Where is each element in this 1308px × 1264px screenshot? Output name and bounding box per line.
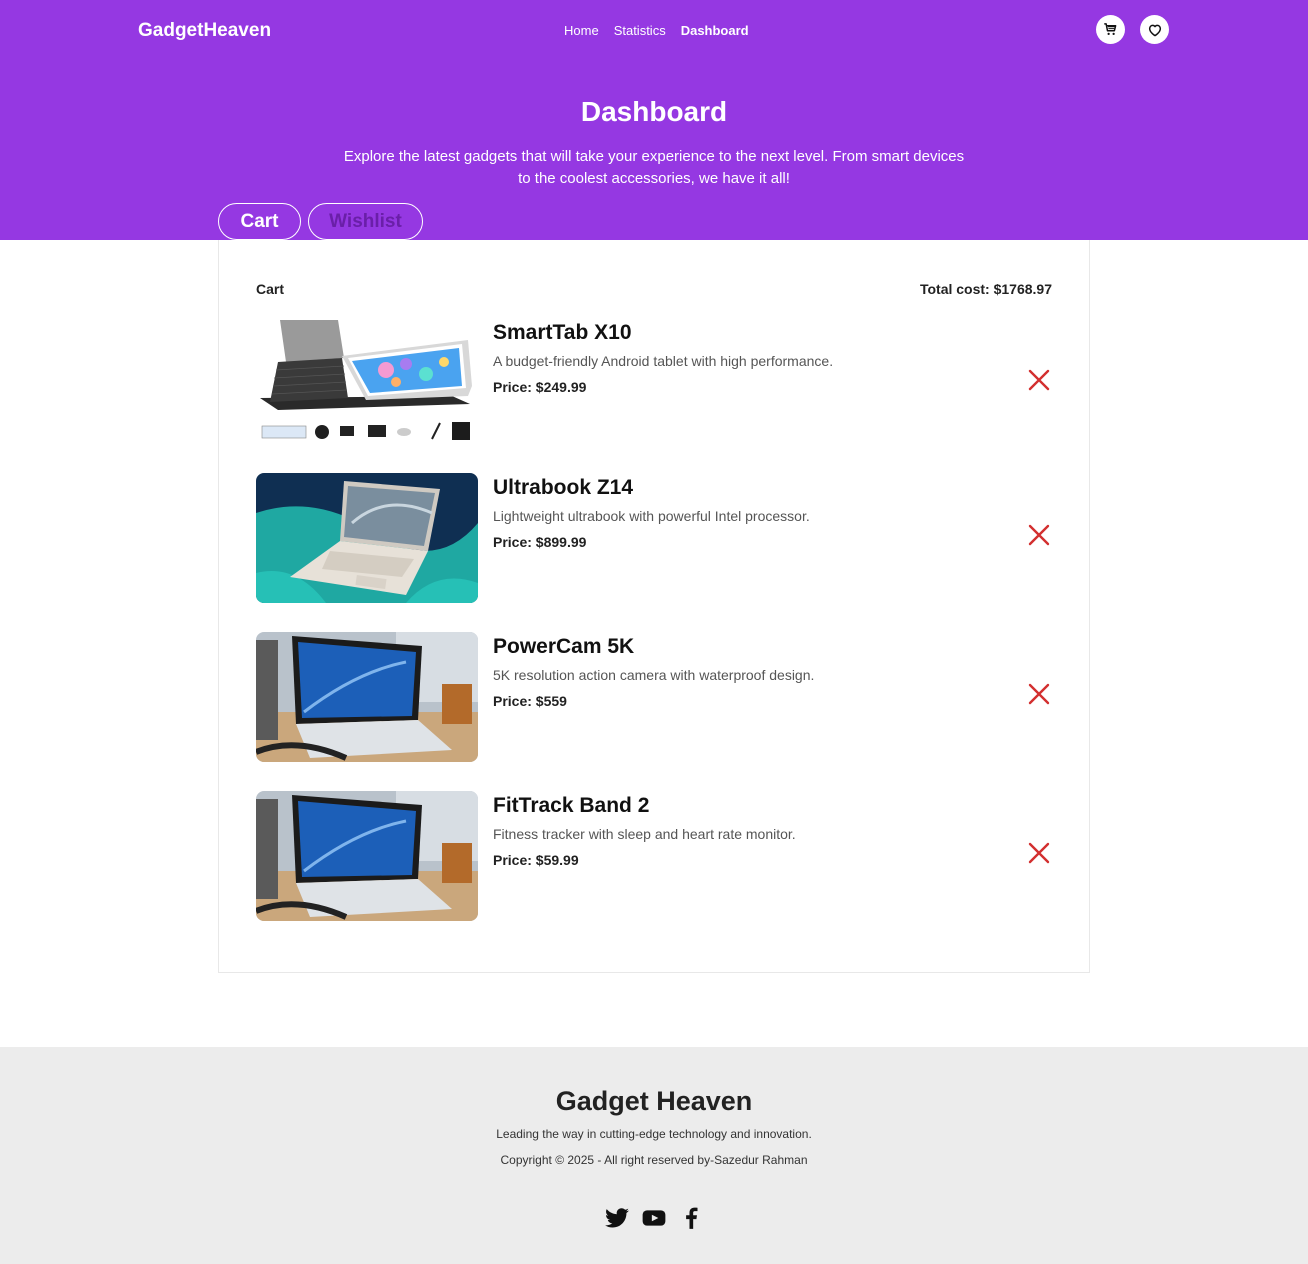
footer-title: Gadget Heaven [555, 1086, 753, 1116]
heart-icon [1148, 24, 1161, 36]
remove-icon[interactable] [1027, 523, 1051, 547]
item-info: FitTrack Band 2 Fitness tracker with sle… [493, 791, 796, 868]
laptop-desk-image [256, 632, 478, 762]
cart-icon [1104, 23, 1117, 35]
cart-panel: Cart Total cost: $1768.97 SmartTab X10 A… [218, 240, 1090, 973]
youtube-icon[interactable] [641, 1205, 667, 1231]
cart-button[interactable] [1096, 15, 1125, 44]
facebook-icon[interactable] [678, 1205, 704, 1231]
page-subtitle: Explore the latest gadgets that will tak… [343, 148, 965, 187]
tab-wishlist[interactable]: Wishlist [308, 203, 423, 240]
main-nav: Home Statistics Dashboard [564, 23, 749, 38]
wishlist-button[interactable] [1140, 15, 1169, 44]
footer-tagline: Leading the way in cutting-edge technolo… [496, 1127, 812, 1141]
item-description: A budget-friendly Android tablet with hi… [493, 353, 834, 369]
tab-cart[interactable]: Cart [218, 203, 301, 240]
item-name: FitTrack Band 2 [493, 794, 650, 817]
item-price: Price: $59.99 [493, 852, 579, 868]
product-image-ultrabook [256, 473, 478, 603]
cart-item: FitTrack Band 2 Fitness tracker with sle… [256, 791, 1056, 921]
item-price: Price: $899.99 [493, 534, 587, 550]
cart-item: SmartTab X10 A budget-friendly Android t… [256, 318, 1056, 448]
item-info: Ultrabook Z14 Lightweight ultrabook with… [493, 473, 810, 550]
laptop-desk-image [256, 791, 478, 921]
page-title: Dashboard [580, 96, 728, 127]
product-image-camera [256, 632, 478, 762]
item-name: SmartTab X10 [493, 321, 632, 344]
cart-item: PowerCam 5K 5K resolution action camera … [256, 632, 1056, 762]
item-name: Ultrabook Z14 [493, 476, 634, 499]
total-cost: Total cost: $1768.97 [919, 281, 1052, 297]
remove-icon[interactable] [1027, 682, 1051, 706]
footer: Gadget Heaven Leading the way in cutting… [0, 1047, 1308, 1264]
item-description: 5K resolution action camera with waterpr… [493, 667, 815, 683]
item-name: PowerCam 5K [493, 635, 635, 658]
hero-banner: GadgetHeaven Home Statistics Dashboard D… [0, 0, 1308, 240]
footer-copyright: Copyright © 2025 - All right reserved by… [500, 1153, 808, 1167]
item-price: Price: $559 [493, 693, 567, 709]
remove-icon[interactable] [1027, 368, 1051, 392]
item-info: SmartTab X10 A budget-friendly Android t… [493, 318, 833, 395]
cart-item: Ultrabook Z14 Lightweight ultrabook with… [256, 473, 1056, 603]
cart-heading: Cart [256, 281, 285, 297]
product-image-band [256, 791, 478, 921]
nav-home[interactable]: Home [564, 23, 599, 38]
item-description: Lightweight ultrabook with powerful Inte… [493, 508, 810, 524]
item-info: PowerCam 5K 5K resolution action camera … [493, 632, 814, 709]
tablet-image [256, 318, 478, 448]
item-description: Fitness tracker with sleep and heart rat… [493, 826, 796, 842]
product-image-tablet [256, 318, 478, 448]
item-price: Price: $249.99 [493, 379, 587, 395]
nav-statistics[interactable]: Statistics [614, 23, 666, 38]
twitter-icon[interactable] [604, 1205, 630, 1231]
brand-logo[interactable]: GadgetHeaven [138, 20, 271, 42]
ultrabook-image [256, 473, 478, 603]
remove-icon[interactable] [1027, 841, 1051, 865]
nav-dashboard[interactable]: Dashboard [681, 23, 749, 38]
